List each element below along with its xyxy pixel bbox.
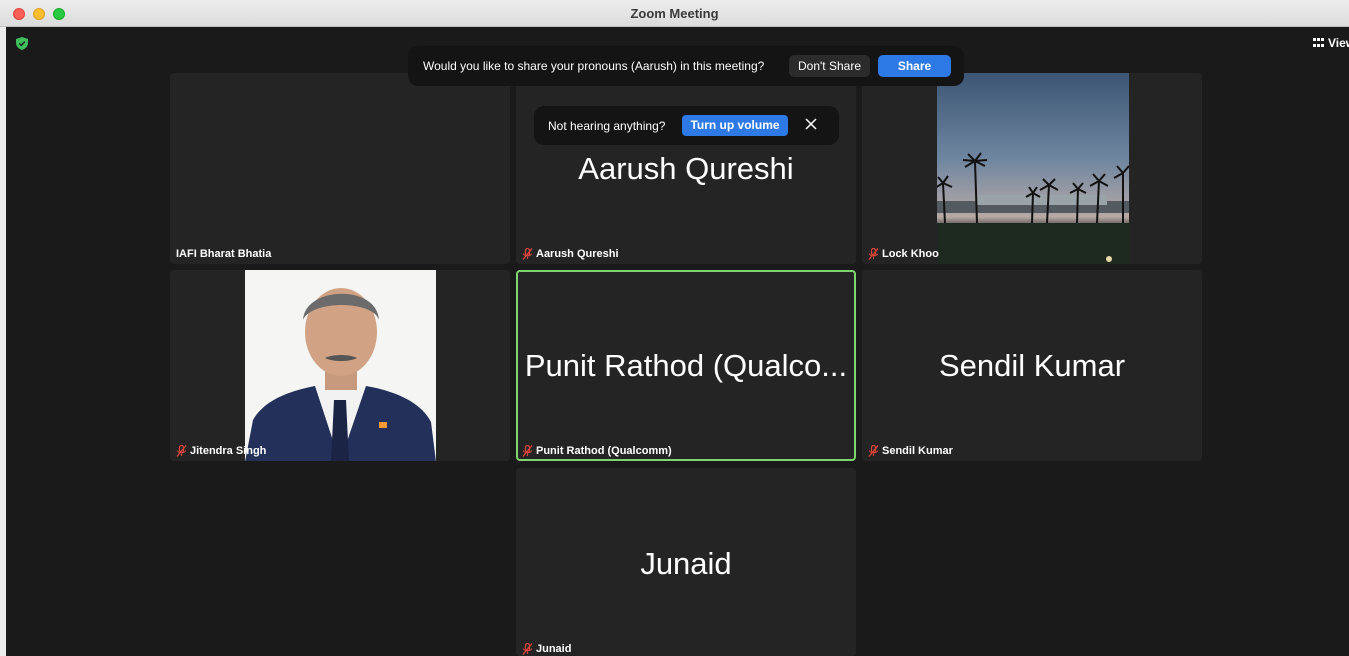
participant-name: IAFI Bharat Bhatia bbox=[176, 248, 272, 260]
pronouns-prompt-text: Would you like to share your pronouns (A… bbox=[423, 59, 765, 73]
participant-tile[interactable]: Junaid Junaid bbox=[516, 468, 856, 656]
participant-label: Lock Khoo bbox=[868, 248, 939, 260]
microphone-muted-icon bbox=[522, 248, 533, 260]
participant-label: IAFI Bharat Bhatia bbox=[176, 248, 271, 260]
participant-name: Punit Rathod (Qualcomm) bbox=[536, 445, 672, 457]
participant-label: Jitendra Singh bbox=[176, 445, 266, 457]
portrait-photo bbox=[245, 288, 436, 461]
participant-display-name: Aarush Qureshi bbox=[578, 151, 794, 186]
participant-name: Lock Khoo bbox=[882, 248, 939, 260]
window-titlebar: Zoom Meeting bbox=[0, 0, 1349, 27]
close-icon[interactable] bbox=[804, 117, 818, 131]
palm-trees-photo bbox=[937, 152, 1129, 264]
participant-name: Jitendra Singh bbox=[190, 445, 267, 457]
participant-tile[interactable]: Sendil Kumar Sendil Kumar bbox=[862, 270, 1202, 461]
participant-label: Sendil Kumar bbox=[868, 445, 953, 457]
participant-display-name: Junaid bbox=[640, 546, 732, 581]
participant-display-name: Sendil Kumar bbox=[938, 348, 1126, 383]
dont-share-button[interactable]: Don't Share bbox=[789, 55, 870, 77]
participant-label: Junaid bbox=[522, 643, 571, 655]
participant-name: Aarush Qureshi bbox=[536, 248, 619, 260]
microphone-muted-icon bbox=[868, 248, 879, 260]
participant-tile[interactable]: Jitendra Singh bbox=[170, 270, 510, 461]
window-title: Zoom Meeting bbox=[630, 6, 719, 21]
participant-name: Sendil Kumar bbox=[882, 445, 953, 457]
share-pronouns-button[interactable]: Share bbox=[878, 55, 951, 77]
turn-up-volume-button[interactable]: Turn up volume bbox=[682, 115, 788, 136]
participant-video-feed bbox=[245, 270, 436, 461]
participant-display-name: Punit Rathod (Qualco... bbox=[524, 348, 848, 383]
microphone-muted-icon bbox=[522, 643, 533, 655]
participant-tile[interactable]: IAFI Bharat Bhatia bbox=[170, 73, 510, 264]
view-label: View bbox=[1328, 36, 1349, 50]
microphone-muted-icon bbox=[868, 445, 879, 457]
participant-name: Junaid bbox=[536, 643, 572, 655]
microphone-muted-icon bbox=[176, 445, 187, 457]
pronouns-prompt-banner: Would you like to share your pronouns (A… bbox=[408, 46, 964, 86]
participant-label: Punit Rathod (Qualcomm) bbox=[522, 445, 672, 457]
microphone-muted-icon bbox=[522, 445, 533, 457]
audio-check-banner: Not hearing anything? Turn up volume bbox=[534, 106, 839, 145]
window-edge bbox=[0, 27, 6, 656]
participant-label: Aarush Qureshi bbox=[522, 248, 619, 260]
view-button[interactable]: View bbox=[1313, 36, 1349, 50]
audio-check-text: Not hearing anything? bbox=[548, 119, 666, 133]
security-shield-icon[interactable] bbox=[16, 37, 28, 50]
grid-view-icon bbox=[1313, 38, 1324, 48]
participant-tile[interactable]: Aarush Qureshi Aarush Qureshi bbox=[516, 73, 856, 264]
participant-video-feed bbox=[937, 73, 1129, 264]
participant-tile[interactable]: Lock Khoo bbox=[862, 73, 1202, 264]
participant-tile-active-speaker[interactable]: Punit Rathod (Qualco... Punit Rathod (Qu… bbox=[516, 270, 856, 461]
